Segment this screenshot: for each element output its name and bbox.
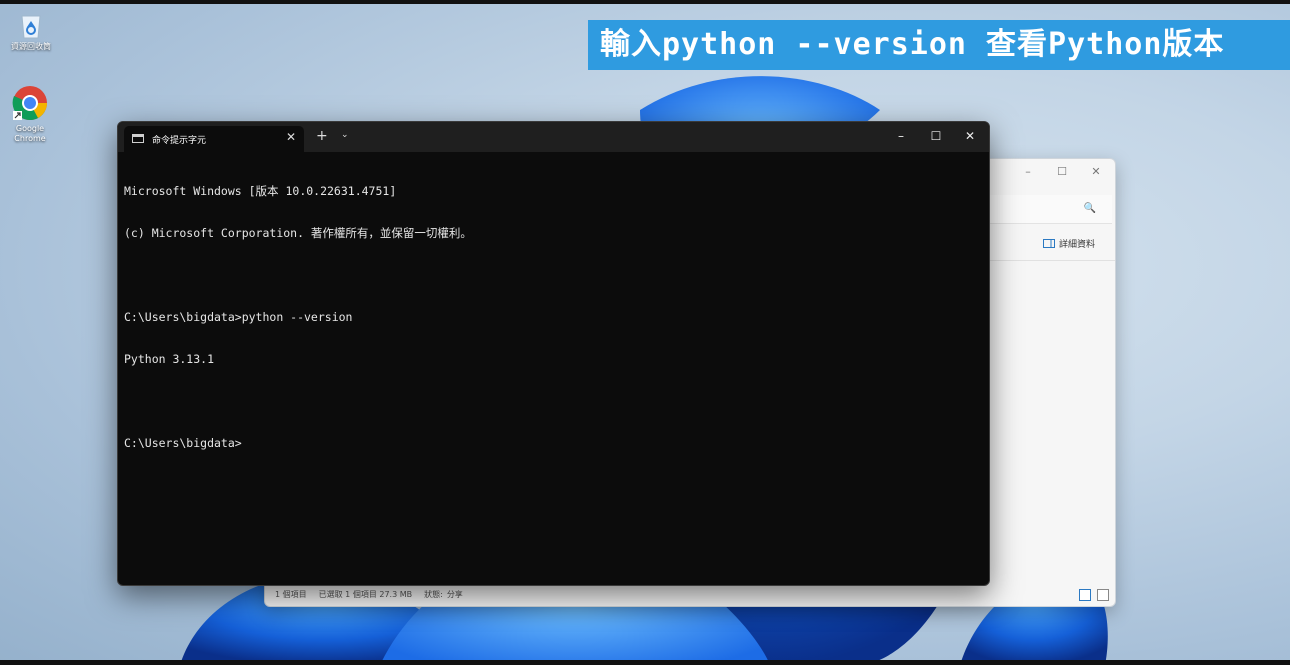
desktop-icon-label-line1: Google bbox=[15, 124, 45, 133]
divider bbox=[987, 260, 1115, 261]
details-pane-button[interactable]: 詳細資料 bbox=[1043, 237, 1095, 250]
minimize-button[interactable]: – bbox=[884, 122, 918, 150]
tiles-view-toggle[interactable] bbox=[1097, 589, 1109, 601]
desktop-icon-chrome[interactable]: Google Chrome bbox=[0, 84, 60, 144]
explorer-close-button[interactable]: ✕ bbox=[1081, 159, 1111, 185]
caption-banner: 輸入python --version 查看Python版本 bbox=[588, 20, 1290, 70]
console-line: Python 3.13.1 bbox=[124, 352, 215, 366]
details-view-toggle[interactable] bbox=[1079, 589, 1091, 601]
desktop-icon-label-line2: Chrome bbox=[14, 134, 46, 143]
chrome-icon bbox=[12, 86, 47, 121]
console-output[interactable]: Microsoft Windows [版本 10.0.22631.4751] (… bbox=[124, 156, 979, 576]
search-icon: 🔍 bbox=[1083, 203, 1096, 214]
tab-dropdown-button[interactable]: ⌄ bbox=[341, 130, 349, 140]
details-pane-label: 詳細資料 bbox=[1059, 240, 1096, 250]
recycle-bin-icon bbox=[21, 15, 41, 39]
console-line: C:\Users\bigdata>python --version bbox=[124, 310, 353, 324]
explorer-status-bar: 1 個項目 已選取 1 個項目 27.3 MB 狀態: 分享 bbox=[275, 589, 463, 600]
console-prompt-line: C:\Users\bigdata> bbox=[124, 436, 242, 450]
console-line: (c) Microsoft Corporation. 著作權所有，並保留一切權利… bbox=[124, 226, 472, 240]
console-line: Microsoft Windows [版本 10.0.22631.4751] bbox=[124, 184, 397, 198]
terminal-icon bbox=[132, 134, 144, 143]
details-pane-icon bbox=[1043, 239, 1055, 248]
desktop: 資源回收筒 Google Chrome 輸入python --version 查… bbox=[0, 0, 1290, 665]
desktop-icon-label: 資源回收筒 bbox=[11, 42, 51, 51]
status-state-label: 狀態: bbox=[424, 590, 443, 599]
close-button[interactable]: ✕ bbox=[953, 122, 987, 150]
tab-close-button[interactable]: ✕ bbox=[286, 130, 296, 144]
explorer-maximize-button[interactable]: ☐ bbox=[1047, 159, 1077, 185]
tab-title: 命令提示字元 bbox=[152, 136, 207, 146]
explorer-search-box[interactable]: 🔍 bbox=[987, 195, 1112, 224]
maximize-button[interactable]: ☐ bbox=[919, 122, 953, 150]
explorer-minimize-button[interactable]: – bbox=[1013, 159, 1043, 185]
new-tab-button[interactable]: + bbox=[316, 128, 328, 144]
status-selection: 已選取 1 個項目 27.3 MB bbox=[318, 590, 413, 599]
status-item-count: 1 個項目 bbox=[275, 590, 307, 599]
terminal-tab-bar: 命令提示字元 ✕ + ⌄ – ☐ ✕ bbox=[118, 122, 989, 152]
status-share: 分享 bbox=[446, 590, 463, 599]
desktop-icon-recycle-bin[interactable]: 資源回收筒 bbox=[1, 10, 61, 52]
bottom-edge bbox=[0, 660, 1290, 665]
tab-command-prompt[interactable]: 命令提示字元 ✕ bbox=[124, 126, 304, 152]
command-prompt-window[interactable]: 命令提示字元 ✕ + ⌄ – ☐ ✕ Microsoft Windows [版本… bbox=[117, 121, 990, 586]
